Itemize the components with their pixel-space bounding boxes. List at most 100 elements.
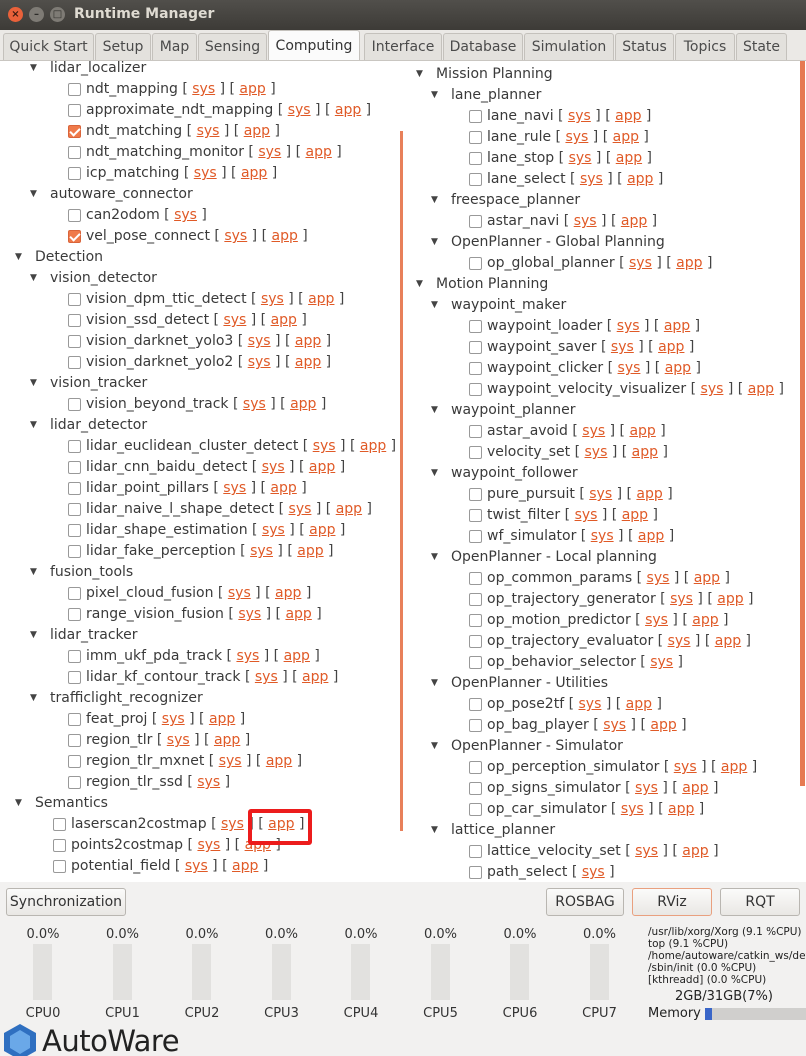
app-link[interactable]: app — [632, 444, 658, 460]
enable-checkbox[interactable] — [68, 713, 81, 726]
enable-checkbox[interactable] — [469, 761, 482, 774]
sys-link[interactable]: sys — [670, 591, 693, 607]
expand-arrow-icon[interactable]: ▼ — [30, 563, 37, 582]
sys-link[interactable]: sys — [223, 480, 246, 496]
sys-link[interactable]: sys — [569, 150, 592, 166]
tab-status[interactable]: Status — [615, 33, 674, 61]
sys-link[interactable]: sys — [221, 816, 244, 832]
app-link[interactable]: app — [302, 669, 328, 685]
rqt-button[interactable]: RQT — [720, 888, 800, 916]
sys-link[interactable]: sys — [647, 570, 670, 586]
expand-arrow-icon[interactable]: ▼ — [30, 689, 37, 708]
app-link[interactable]: app — [658, 339, 684, 355]
enable-checkbox[interactable] — [68, 314, 81, 327]
expand-arrow-icon[interactable]: ▼ — [431, 86, 438, 105]
sys-link[interactable]: sys — [167, 732, 190, 748]
enable-checkbox[interactable] — [68, 776, 81, 789]
sys-link[interactable]: sys — [579, 696, 602, 712]
tree-group[interactable]: lane_planner — [451, 86, 541, 105]
enable-checkbox[interactable] — [469, 803, 482, 816]
tree-group[interactable]: autoware_connector — [50, 185, 193, 204]
sys-link[interactable]: sys — [197, 774, 220, 790]
tab-database[interactable]: Database — [443, 33, 523, 61]
sys-link[interactable]: sys — [236, 648, 259, 664]
enable-checkbox[interactable] — [469, 215, 482, 228]
app-link[interactable]: app — [209, 711, 235, 727]
enable-checkbox[interactable] — [68, 83, 81, 96]
app-link[interactable]: app — [335, 102, 361, 118]
sys-link[interactable]: sys — [185, 858, 208, 874]
sys-link[interactable]: sys — [243, 396, 266, 412]
tree-group[interactable]: OpenPlanner - Local planning — [451, 548, 657, 567]
sys-link[interactable]: sys — [197, 837, 220, 853]
sys-link[interactable]: sys — [629, 255, 652, 271]
sys-link[interactable]: sys — [582, 423, 605, 439]
enable-checkbox[interactable] — [68, 503, 81, 516]
app-link[interactable]: app — [627, 171, 653, 187]
tree-group[interactable]: trafficlight_recognizer — [50, 689, 203, 708]
enable-checkbox[interactable] — [68, 440, 81, 453]
tree-group[interactable]: freespace_planner — [451, 191, 580, 210]
app-link[interactable]: app — [309, 522, 335, 538]
tree-group[interactable]: waypoint_planner — [451, 401, 576, 420]
sys-link[interactable]: sys — [219, 753, 242, 769]
tree-group[interactable]: waypoint_maker — [451, 296, 566, 315]
enable-checkbox[interactable] — [68, 167, 81, 180]
expand-arrow-icon[interactable]: ▼ — [30, 416, 37, 435]
tab-simulation[interactable]: Simulation — [524, 33, 614, 61]
rviz-button[interactable]: RViz — [632, 888, 712, 916]
enable-checkbox[interactable] — [53, 839, 66, 852]
enable-checkbox[interactable] — [469, 635, 482, 648]
tree-group[interactable]: lattice_planner — [451, 821, 555, 840]
expand-arrow-icon[interactable]: ▼ — [431, 737, 438, 756]
app-link[interactable]: app — [622, 507, 648, 523]
maximize-window-icon[interactable]: □ — [50, 7, 65, 22]
sys-link[interactable]: sys — [585, 444, 608, 460]
expand-arrow-icon[interactable]: ▼ — [431, 674, 438, 693]
enable-checkbox[interactable] — [469, 341, 482, 354]
enable-checkbox[interactable] — [68, 230, 81, 243]
expand-arrow-icon[interactable]: ▼ — [431, 296, 438, 315]
tab-sensing[interactable]: Sensing — [198, 33, 267, 61]
sys-link[interactable]: sys — [228, 585, 251, 601]
right-scrollbar-indicator[interactable] — [800, 61, 805, 786]
expand-arrow-icon[interactable]: ▼ — [431, 401, 438, 420]
tab-state[interactable]: State — [736, 33, 787, 61]
close-window-icon[interactable]: × — [8, 7, 23, 22]
sys-link[interactable]: sys — [701, 381, 724, 397]
sys-link[interactable]: sys — [255, 669, 278, 685]
sys-link[interactable]: sys — [568, 108, 591, 124]
enable-checkbox[interactable] — [68, 125, 81, 138]
app-link[interactable]: app — [232, 858, 258, 874]
rosbag-button[interactable]: ROSBAG — [546, 888, 624, 916]
enable-checkbox[interactable] — [469, 509, 482, 522]
enable-checkbox[interactable] — [469, 530, 482, 543]
sys-link[interactable]: sys — [262, 459, 285, 475]
tree-group[interactable]: fusion_tools — [50, 563, 133, 582]
enable-checkbox[interactable] — [469, 572, 482, 585]
enable-checkbox[interactable] — [68, 293, 81, 306]
enable-checkbox[interactable] — [469, 320, 482, 333]
sys-link[interactable]: sys — [262, 522, 285, 538]
tab-interface[interactable]: Interface — [364, 33, 442, 61]
app-link[interactable]: app — [336, 501, 362, 517]
app-link[interactable]: app — [244, 123, 270, 139]
enable-checkbox[interactable] — [68, 356, 81, 369]
sys-link[interactable]: sys — [224, 228, 247, 244]
expand-arrow-icon[interactable]: ▼ — [416, 65, 423, 84]
app-link[interactable]: app — [717, 591, 743, 607]
enable-checkbox[interactable] — [469, 614, 482, 627]
expand-arrow-icon[interactable]: ▼ — [416, 275, 423, 294]
tree-group[interactable]: vision_detector — [50, 269, 157, 288]
tree-group[interactable]: OpenPlanner - Simulator — [451, 737, 623, 756]
app-link[interactable]: app — [239, 81, 265, 97]
sys-link[interactable]: sys — [635, 780, 658, 796]
app-link[interactable]: app — [616, 150, 642, 166]
app-link[interactable]: app — [638, 528, 664, 544]
app-link[interactable]: app — [285, 606, 311, 622]
app-link[interactable]: app — [309, 459, 335, 475]
tree-group[interactable]: vision_tracker — [50, 374, 147, 393]
enable-checkbox[interactable] — [469, 845, 482, 858]
sys-link[interactable]: sys — [192, 81, 215, 97]
enable-checkbox[interactable] — [469, 782, 482, 795]
